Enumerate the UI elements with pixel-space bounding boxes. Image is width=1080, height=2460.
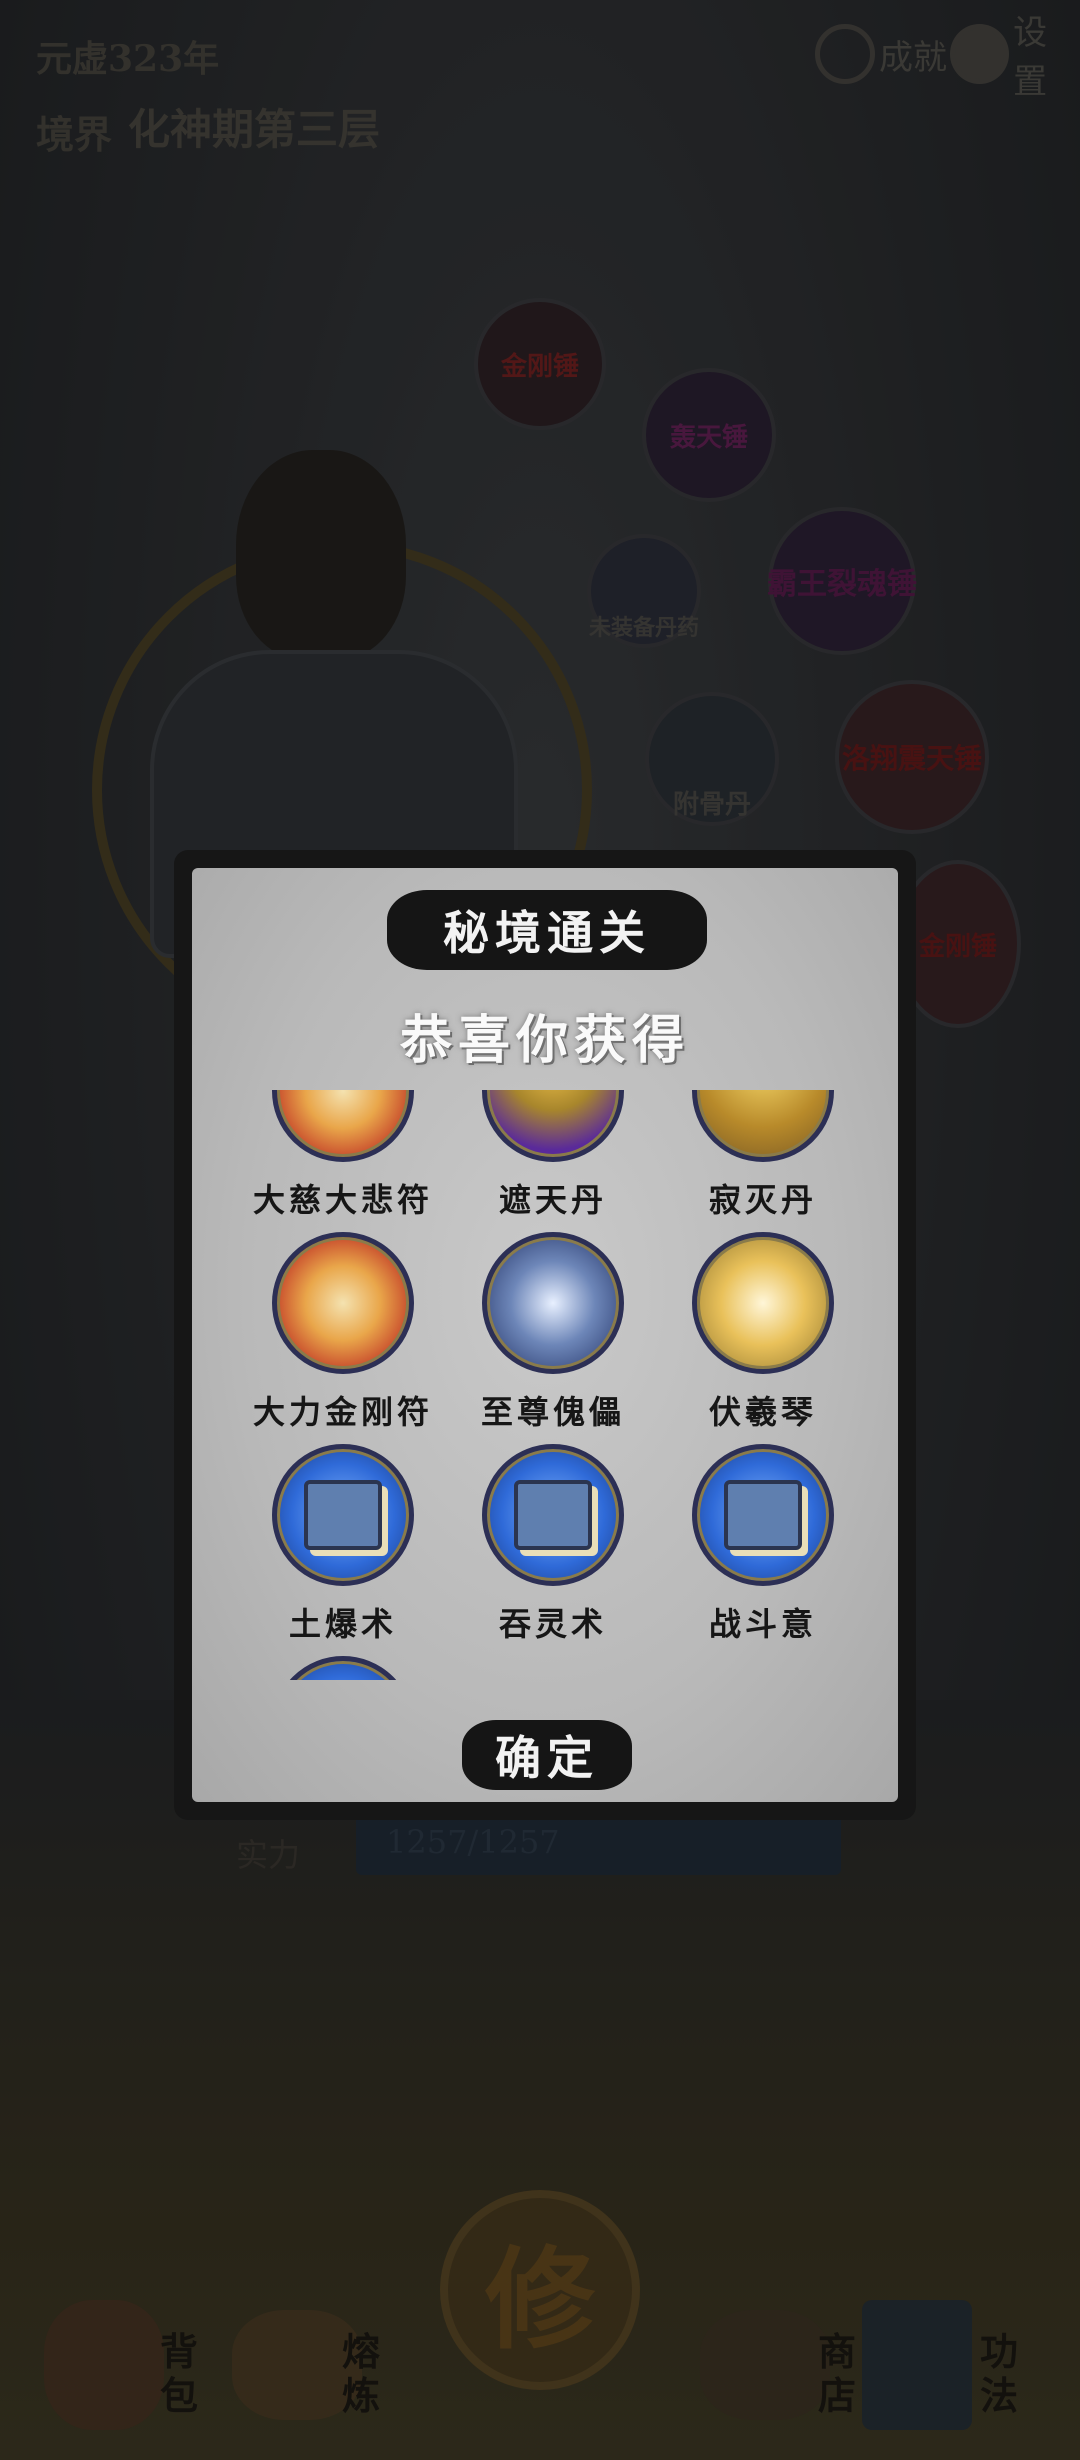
- skill-book-icon: [692, 1444, 834, 1586]
- reward-item[interactable]: 大慈大悲符: [236, 1090, 436, 1230]
- confirm-button[interactable]: 确定: [462, 1720, 632, 1790]
- reward-item[interactable]: 战斗意: [656, 1444, 856, 1654]
- reward-item[interactable]: 吞灵术: [446, 1444, 646, 1654]
- reward-item[interactable]: 土爆术: [236, 1444, 436, 1654]
- reward-item[interactable]: 寂灭丹: [656, 1090, 856, 1230]
- talisman-icon: [272, 1090, 414, 1162]
- skill-book-icon: [482, 1444, 624, 1586]
- golden-chest-pill-icon: [692, 1090, 834, 1162]
- reward-item[interactable]: [236, 1656, 436, 1680]
- skill-book-icon: [272, 1656, 414, 1680]
- reward-item-name: 伏羲琴: [708, 1393, 817, 1431]
- reward-item-name: 大慈大悲符: [252, 1181, 433, 1219]
- reward-item-name: 吞灵术: [498, 1605, 607, 1643]
- dialog-subtitle: 恭喜你获得: [399, 1010, 690, 1071]
- reward-dialog: 秘境通关 恭喜你获得 大慈大悲符 遮天丹 寂灭丹 大力金刚符 至尊傀儡 伏羲琴 …: [174, 850, 916, 1820]
- reward-dialog-panel: 秘境通关 恭喜你获得 大慈大悲符 遮天丹 寂灭丹 大力金刚符 至尊傀儡 伏羲琴 …: [192, 868, 898, 1802]
- reward-item[interactable]: 大力金刚符: [236, 1232, 436, 1442]
- harp-icon: [692, 1232, 834, 1374]
- reward-item[interactable]: 伏羲琴: [656, 1232, 856, 1442]
- reward-item[interactable]: 遮天丹: [446, 1090, 646, 1230]
- reward-item-name: 寂灭丹: [708, 1181, 817, 1219]
- reward-item-name: 大力金刚符: [252, 1393, 433, 1431]
- skill-book-icon: [272, 1444, 414, 1586]
- purple-chest-pill-icon: [482, 1090, 624, 1162]
- reward-item-name: 土爆术: [288, 1605, 397, 1643]
- puppet-icon: [482, 1232, 624, 1374]
- reward-item[interactable]: 至尊傀儡: [446, 1232, 646, 1442]
- reward-item-name: 至尊傀儡: [480, 1393, 625, 1431]
- reward-list[interactable]: 大慈大悲符 遮天丹 寂灭丹 大力金刚符 至尊傀儡 伏羲琴 土爆术 吞灵术 战斗意: [236, 1090, 856, 1680]
- talisman-icon: [272, 1232, 414, 1374]
- reward-item-name: 遮天丹: [498, 1181, 607, 1219]
- reward-item-name: 战斗意: [708, 1605, 817, 1643]
- dialog-title: 秘境通关: [387, 890, 707, 970]
